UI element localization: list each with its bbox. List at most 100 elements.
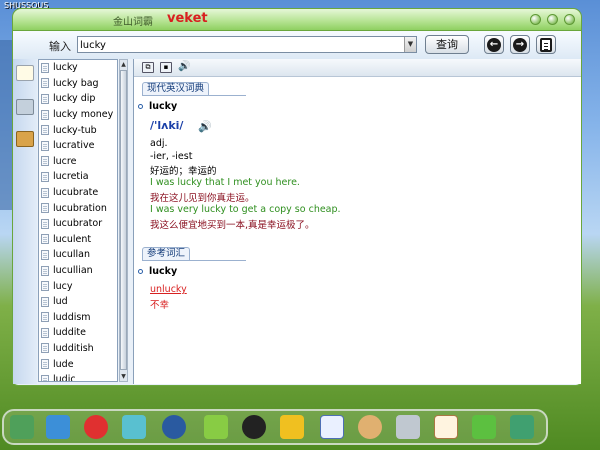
word-list-item[interactable]: lucy: [39, 278, 117, 294]
cow-icon[interactable]: [84, 415, 108, 439]
document-icon: [41, 359, 49, 370]
word-list-scrollbar[interactable]: ▲ ▼: [119, 59, 128, 382]
image-viewer-icon[interactable]: [10, 415, 34, 439]
document-icon: [41, 327, 49, 338]
word-list-label: lucubrate: [53, 187, 99, 199]
scroll-down-icon[interactable]: ▼: [120, 372, 127, 381]
word-list-label: lucky money: [53, 109, 114, 121]
speaker-icon[interactable]: 🔊: [178, 62, 190, 73]
dictionary-window: 金山词霸 veket 输入 ▼ 查询 ← → luckylucky b: [12, 8, 582, 386]
word-list-label: lucky: [53, 62, 78, 74]
document-icon: [41, 93, 49, 104]
dictionary-icon[interactable]: [16, 131, 34, 147]
word-list-item[interactable]: lucretia: [39, 169, 117, 185]
document-icon: [41, 296, 49, 307]
word-list-item[interactable]: luddite: [39, 325, 117, 341]
section-rule: [142, 260, 246, 261]
pen-icon[interactable]: [122, 415, 146, 439]
word-forms: -ier, -iest: [150, 151, 193, 162]
section-tab-dictionary[interactable]: 现代英汉词典: [142, 82, 210, 95]
example-1-en: I was lucky that I met you here.: [150, 177, 300, 188]
document-icon: [41, 156, 49, 167]
query-button[interactable]: 查询: [425, 35, 469, 54]
part-of-speech: adj.: [150, 138, 168, 149]
word-list-item[interactable]: lucky: [39, 60, 117, 76]
network-icon[interactable]: [204, 415, 228, 439]
main-panel: lucky lucky bag lucky dip lucky money lucky-…: [12, 59, 582, 386]
history-dropdown-button[interactable]: ▼: [404, 37, 416, 52]
palette-icon[interactable]: [358, 415, 382, 439]
word-list-label: lucky dip: [53, 93, 96, 105]
word-list-label: luddite: [53, 327, 86, 339]
calendar-icon[interactable]: [434, 415, 458, 439]
word-list-item[interactable]: lucky bag: [39, 76, 117, 92]
word-list-label: luddism: [53, 311, 91, 323]
word-list-label: lud: [53, 296, 68, 308]
word-list-item[interactable]: luddism: [39, 310, 117, 326]
arrow-right-icon: →: [513, 37, 527, 52]
copy-icon[interactable]: ⧉: [142, 62, 154, 73]
word-list-item[interactable]: luculent: [39, 232, 117, 248]
document-icon: [41, 171, 49, 182]
disc-icon[interactable]: [162, 415, 186, 439]
minimize-button[interactable]: [530, 14, 541, 25]
word-list-label: lude: [53, 358, 74, 370]
scrollbar-thumb[interactable]: [120, 70, 127, 370]
save-icon[interactable]: ▪: [160, 62, 172, 73]
word-list-label: lucky bag: [53, 77, 99, 89]
word-list-item[interactable]: ludditish: [39, 341, 117, 357]
search-input[interactable]: [80, 38, 402, 52]
word-list-item[interactable]: lucubrator: [39, 216, 117, 232]
word-list-item[interactable]: lude: [39, 356, 117, 372]
usb-icon[interactable]: [396, 415, 420, 439]
reference-headword: lucky: [138, 266, 177, 277]
pronounce-icon[interactable]: 🔊: [198, 120, 212, 133]
word-list-label: lucre: [53, 155, 77, 167]
word-list-item[interactable]: lucky dip: [39, 91, 117, 107]
notes-button[interactable]: [536, 35, 556, 54]
penguin-icon[interactable]: [242, 415, 266, 439]
word-list-item[interactable]: lucullan: [39, 247, 117, 263]
window-icon[interactable]: [320, 415, 344, 439]
word-list-item[interactable]: lucky-tub: [39, 122, 117, 138]
word-list-item[interactable]: lucrative: [39, 138, 117, 154]
example-2-zh: 我这么便宜地买到一本,真是幸运极了。: [150, 220, 315, 231]
word-list-item[interactable]: ludic: [39, 372, 117, 382]
maximize-button[interactable]: [547, 14, 558, 25]
reference-link[interactable]: unlucky: [150, 284, 187, 295]
notepad-icon[interactable]: [16, 65, 34, 81]
left-rail: [13, 59, 37, 384]
word-list-item[interactable]: lucubrate: [39, 185, 117, 201]
word-list-label: luculent: [53, 233, 92, 245]
document-icon: [41, 249, 49, 260]
money-icon[interactable]: [510, 415, 534, 439]
brand-label: veket: [167, 11, 208, 26]
monitor-icon[interactable]: [46, 415, 70, 439]
word-list-label: lucubration: [53, 202, 107, 214]
word-list-item[interactable]: lucky money: [39, 107, 117, 123]
title-bar[interactable]: 金山词霸 veket: [12, 8, 582, 31]
back-button[interactable]: ←: [484, 35, 504, 54]
word-list-label: lucky-tub: [53, 124, 97, 136]
document-icon: [41, 218, 49, 229]
word-list-item[interactable]: lucubration: [39, 200, 117, 216]
document-icon: [41, 78, 49, 89]
door-icon[interactable]: [280, 415, 304, 439]
scroll-up-icon[interactable]: ▲: [120, 60, 127, 69]
search-box: ▼: [77, 36, 417, 53]
word-list-label: ludditish: [53, 342, 94, 354]
word-list-item[interactable]: lucre: [39, 154, 117, 170]
word-list-label: ludic: [53, 374, 76, 382]
input-label: 输入: [49, 40, 71, 53]
word-list-item[interactable]: lucullian: [39, 263, 117, 279]
section-tab-reference[interactable]: 参考词汇: [142, 247, 191, 260]
app-name: 金山词霸: [113, 17, 153, 28]
document-icon: [41, 265, 49, 276]
close-button[interactable]: [564, 14, 575, 25]
word-list-item[interactable]: lud: [39, 294, 117, 310]
forward-button[interactable]: →: [510, 35, 530, 54]
taskbar-dock: [2, 409, 548, 445]
book-icon[interactable]: [16, 99, 34, 115]
bullet-icon: [138, 269, 143, 274]
help-icon[interactable]: [472, 415, 496, 439]
